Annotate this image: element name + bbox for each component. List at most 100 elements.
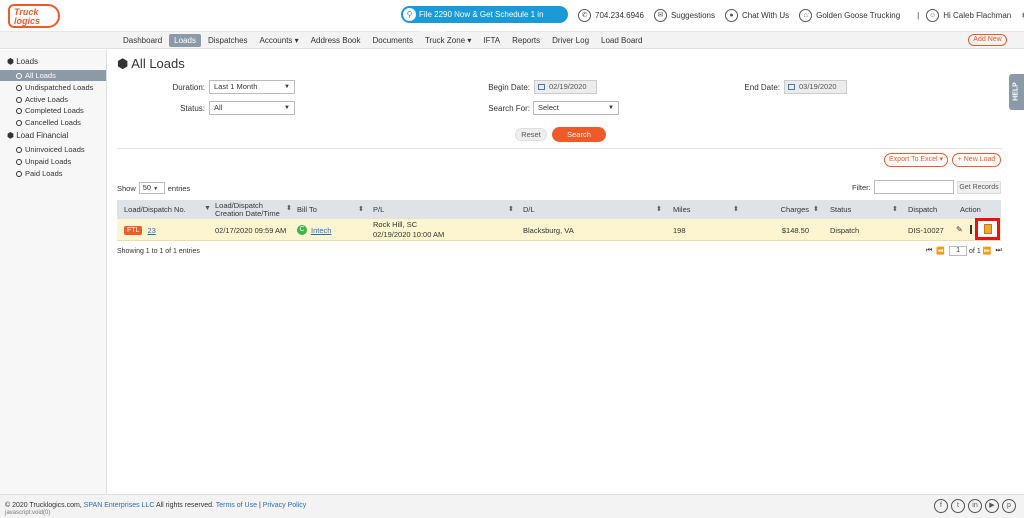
company-link[interactable]: ⌂ Golden Goose Trucking [799, 9, 900, 22]
col-label: Charges [780, 205, 809, 214]
edit-pencil-icon[interactable]: ✎ [956, 225, 963, 234]
truck-logics-logo[interactable]: Truck logics [8, 4, 60, 28]
sidebar-item-label: All Loads [25, 71, 56, 80]
circle-icon [16, 73, 22, 79]
sort-icon[interactable]: ⬍ [733, 205, 739, 213]
sidebar-item-undispatched-loads[interactable]: Undispatched Loads [0, 82, 106, 93]
reset-button[interactable]: Reset [515, 128, 547, 141]
col-label: Load/Dispatch No. [124, 205, 186, 214]
span-enterprises-link[interactable]: SPAN Enterprises LLC [84, 502, 155, 509]
nav-truck-zone[interactable]: Truck Zone ▾ [420, 34, 476, 47]
show-entries: Show 50 ▼ entries [117, 182, 190, 194]
main-nav: Dashboard Loads Dispatches Accounts ▾ Ad… [118, 32, 649, 49]
company-name: Golden Goose Trucking [816, 11, 901, 20]
export-to-excel-button[interactable]: Export To Excel ▾ [884, 153, 948, 167]
duration-select[interactable]: Last 1 Month ▼ [209, 80, 295, 94]
previous-page-icon[interactable]: ⏪ [936, 247, 945, 255]
entries-value: 50 [142, 183, 152, 192]
sort-icon[interactable]: ⬍ [358, 205, 364, 213]
col-label: Dispatch [908, 205, 938, 214]
sidebar-item-cancelled-loads[interactable]: Cancelled Loads [0, 117, 106, 128]
nav-driver-log[interactable]: Driver Log [547, 34, 594, 47]
file-2290-promo-button[interactable]: ⚲ File 2290 Now & Get Schedule 1 in Minu… [401, 6, 568, 36]
search-for-value: Select [538, 103, 559, 112]
col-creation-date[interactable]: Load/Dispatch Creation Date/Time ⬍ [215, 200, 292, 219]
col-miles[interactable]: Miles ⬍ [673, 200, 739, 219]
rights-text: All rights reserved. [155, 502, 214, 509]
linkedin-icon[interactable]: in [968, 499, 982, 513]
chat-link[interactable]: ● Chat With Us [724, 9, 789, 22]
nav-dispatches[interactable]: Dispatches [203, 34, 253, 47]
nav-load-board[interactable]: Load Board [596, 34, 647, 47]
highlighted-action-button[interactable] [975, 218, 1000, 240]
col-dl[interactable]: D/L ⬍ [523, 200, 662, 219]
privacy-policy-link[interactable]: Privacy Policy [263, 502, 307, 509]
cell-pl: Rock Hill, SC 02/19/2020 10:00 AM [373, 219, 444, 241]
nav-dashboard[interactable]: Dashboard [118, 34, 167, 47]
load-number-link[interactable]: 23 [147, 226, 155, 235]
sidebar-item-active-loads[interactable]: Active Loads [0, 94, 106, 105]
search-for-select[interactable]: Select ▼ [533, 101, 619, 115]
sidebar-item-completed-loads[interactable]: Completed Loads [0, 105, 106, 116]
sidebar-load-financial-header[interactable]: ⬢ Load Financial [7, 131, 68, 140]
sidebar-item-all-loads[interactable]: All Loads [0, 70, 106, 81]
help-tab[interactable]: HELP [1009, 74, 1024, 110]
sort-icon[interactable]: ⬍ [656, 205, 662, 213]
nav-loads[interactable]: Loads [169, 34, 201, 47]
col-bill-to[interactable]: Bill To ⬍ [297, 200, 364, 219]
promo-search-icon: ⚲ [403, 8, 416, 21]
page-number-input[interactable]: 1 [949, 246, 968, 256]
page-title: ⬢ All Loads [117, 56, 185, 72]
phone-link[interactable]: ✆ 704.234.6946 [578, 9, 644, 22]
col-charges[interactable]: Charges ⬍ [757, 200, 819, 219]
user-menu[interactable]: ☺ Hi Caleb Flachman [926, 9, 1011, 22]
nav-reports[interactable]: Reports [507, 34, 545, 47]
help-label: HELP [1012, 82, 1020, 101]
youtube-icon[interactable]: ▶ [985, 499, 999, 513]
suggestions-icon: ✉ [653, 9, 667, 22]
sort-icon[interactable]: ▼ [204, 205, 211, 212]
entries-select[interactable]: 50 ▼ [138, 182, 165, 194]
new-load-button[interactable]: + New Load [952, 153, 1001, 167]
nav-address-book[interactable]: Address Book [306, 34, 366, 47]
sort-icon[interactable]: ⬍ [508, 205, 514, 213]
search-button[interactable]: Search [552, 127, 606, 142]
cell-bill-to: C Intech [297, 219, 331, 241]
first-page-icon[interactable]: ⏮ [926, 247, 932, 255]
col-label: P/L [373, 205, 385, 214]
sort-icon[interactable]: ⬍ [813, 205, 819, 213]
add-new-button[interactable]: Add New [968, 34, 1007, 46]
begin-date-value: 02/19/2020 [549, 82, 587, 91]
sidebar-item-paid-loads[interactable]: Paid Loads [0, 168, 106, 179]
terms-of-use-link[interactable]: Terms of Use [216, 502, 257, 509]
get-records-button[interactable]: Get Records [957, 181, 1001, 194]
status-select[interactable]: All ▼ [209, 101, 295, 115]
suggestions-link[interactable]: ✉ Suggestions [653, 9, 715, 22]
bill-to-link[interactable]: Intech [311, 226, 331, 235]
more-actions-icon[interactable] [970, 225, 972, 234]
nav-accounts[interactable]: Accounts ▾ [255, 34, 304, 47]
circle-icon [16, 120, 22, 126]
sidebar-item-uninvoiced-loads[interactable]: Uninvoiced Loads [0, 144, 106, 155]
twitter-icon[interactable]: t [951, 499, 965, 513]
sort-icon[interactable]: ⬍ [892, 205, 898, 213]
col-pl[interactable]: P/L ⬍ [373, 200, 514, 219]
filter-label: Filter: [852, 183, 871, 192]
load-financial-icon: ⬢ [7, 131, 14, 140]
end-date-input[interactable]: 03/19/2020 [784, 80, 847, 94]
last-page-icon[interactable]: ⏭ [995, 247, 1001, 255]
nav-documents[interactable]: Documents [367, 34, 417, 47]
sort-icon[interactable]: ⬍ [286, 205, 292, 213]
nav-ifta[interactable]: IFTA [478, 34, 505, 47]
next-page-icon[interactable]: ⏩ [983, 247, 992, 255]
sidebar-item-label: Unpaid Loads [25, 157, 72, 166]
begin-date-input[interactable]: 02/19/2020 [534, 80, 597, 94]
col-load-dispatch-no[interactable]: Load/Dispatch No. ▼ [124, 200, 211, 219]
sidebar-item-unpaid-loads[interactable]: Unpaid Loads [0, 156, 106, 167]
pinterest-icon[interactable]: p [1002, 499, 1016, 513]
facebook-icon[interactable]: f [934, 499, 948, 513]
col-status[interactable]: Status ⬍ [830, 200, 898, 219]
sidebar-loads-header[interactable]: ⬢ Loads [7, 57, 38, 66]
filter-input[interactable] [874, 180, 954, 194]
user-icon: ☺ [926, 9, 940, 22]
